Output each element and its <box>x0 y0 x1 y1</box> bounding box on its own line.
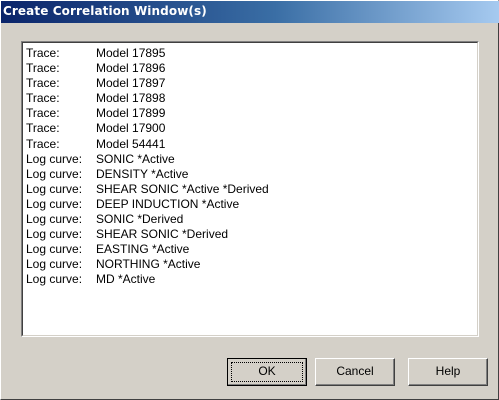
list-item[interactable]: Log curve: SHEAR SONIC *Active *Derived <box>26 182 269 197</box>
list-item-type: Log curve: <box>26 151 83 166</box>
list-item[interactable]: Log curve: MD *Active <box>26 272 269 287</box>
list-items: Trace: Model 17895 Trace: Model 17896 Trac… <box>26 46 269 288</box>
list-item[interactable]: Log curve: DENSITY *Active <box>26 167 269 182</box>
list-item-type: Trace: <box>26 91 60 106</box>
list-item-value: Model 17897 <box>96 76 166 91</box>
list-item-type: Trace: <box>26 121 60 136</box>
ok-button[interactable]: OK <box>227 358 307 386</box>
list-item[interactable]: Trace: Model 54441 <box>26 137 269 152</box>
list-item-type: Log curve: <box>26 166 83 181</box>
list-item-type: Trace: <box>26 61 60 76</box>
list-item-type: Log curve: <box>26 212 83 227</box>
list-item-value: Model 17900 <box>96 121 166 136</box>
list-item-type: Log curve: <box>26 196 83 211</box>
list-item-type: Trace: <box>26 136 60 151</box>
list-item[interactable]: Log curve: SONIC *Derived <box>26 212 269 227</box>
help-button[interactable]: Help <box>408 358 488 386</box>
list-item[interactable]: Log curve: EASTING *Active <box>26 242 269 257</box>
list-item-value: Model 17899 <box>96 106 166 121</box>
cancel-button-label: Cancel <box>336 364 374 378</box>
list-item-value: SHEAR SONIC *Derived <box>96 227 229 242</box>
title-bar[interactable]: Create Correlation Window(s) <box>1 1 499 23</box>
list-item-value: Model 17895 <box>96 46 166 60</box>
list-item[interactable]: Trace: Model 17896 <box>26 61 269 76</box>
help-button-label: Help <box>435 364 461 378</box>
items-listbox[interactable]: Trace: Model 17895 Trace: Model 17896 Trac… <box>21 41 479 337</box>
list-item-value: Model 54441 <box>96 136 166 151</box>
list-item-value: Model 17898 <box>96 91 166 106</box>
list-item-type: Trace: <box>26 46 60 60</box>
list-item-value: SONIC *Derived <box>96 212 184 227</box>
list-item-type: Log curve: <box>26 272 83 287</box>
listbox-frame: Trace: Model 17895 Trace: Model 17896 Trac… <box>22 42 478 336</box>
list-item[interactable]: Trace: Model 17895 <box>26 46 269 61</box>
list-item-value: MD *Active <box>96 272 156 287</box>
list-item-value: Model 17896 <box>96 61 166 76</box>
list-item[interactable]: Trace: Model 17899 <box>26 106 269 121</box>
list-item-value: NORTHING *Active <box>96 257 201 272</box>
list-item-value: EASTING *Active <box>96 242 190 257</box>
list-item-value: SONIC *Active <box>96 151 175 166</box>
create-correlation-dialog: Create Correlation Window(s) Trace: Model… <box>0 0 499 400</box>
list-item[interactable]: Trace: Model 17900 <box>26 121 269 136</box>
list-item-type: Log curve: <box>26 257 83 272</box>
list-item-value: SHEAR SONIC *Active *Derived <box>96 181 269 196</box>
list-item[interactable]: Log curve: DEEP INDUCTION *Active <box>26 197 269 212</box>
list-item[interactable]: Log curve: NORTHING *Active <box>26 257 269 272</box>
list-item-value: DENSITY *Active <box>96 166 189 181</box>
list-item-type: Trace: <box>26 76 60 91</box>
list-item-type: Trace: <box>26 106 60 121</box>
cancel-button[interactable]: Cancel <box>315 358 395 386</box>
list-item[interactable]: Trace: Model 17898 <box>26 91 269 106</box>
window-title: Create Correlation Window(s) <box>3 4 207 18</box>
list-item[interactable]: Log curve: SHEAR SONIC *Derived <box>26 227 269 242</box>
list-item-type: Log curve: <box>26 181 83 196</box>
list-item[interactable]: Log curve: SONIC *Active <box>26 152 269 167</box>
list-item-value: DEEP INDUCTION *Active <box>96 196 240 211</box>
ok-button-label: OK <box>258 364 276 378</box>
list-item-type: Log curve: <box>26 227 83 242</box>
list-item[interactable]: Trace: Model 17897 <box>26 76 269 91</box>
list-item-type: Log curve: <box>26 242 83 257</box>
